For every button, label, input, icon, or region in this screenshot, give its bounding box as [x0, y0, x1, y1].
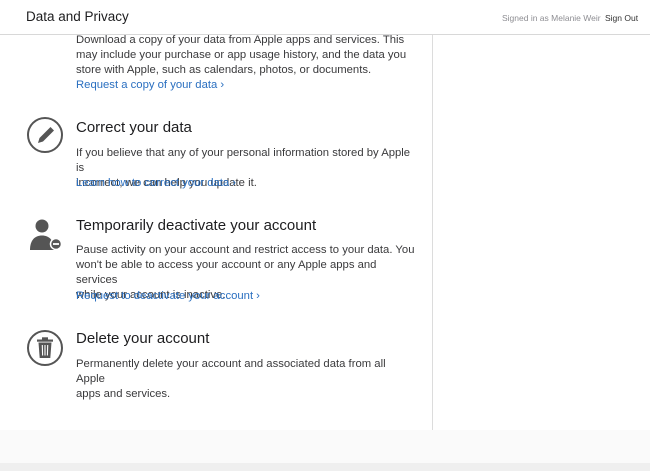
description-line: apps and services.	[76, 388, 171, 400]
link-label: Request a copy of your data	[76, 79, 218, 91]
person-minus-icon	[30, 219, 63, 251]
description-line: store with Apple, such as calendars, pho…	[76, 64, 372, 76]
request-deactivate-link[interactable]: Request to deactivate your account ›	[76, 290, 260, 302]
chevron-right-icon: ›	[232, 177, 236, 189]
deactivate-account-heading: Temporarily deactivate your account	[76, 217, 317, 234]
chevron-right-icon: ›	[256, 290, 260, 302]
request-copy-link[interactable]: Request a copy of your data ›	[76, 79, 224, 91]
correct-data-heading: Correct your data	[76, 119, 192, 136]
trash-icon	[27, 330, 63, 366]
header-bar: Data and Privacy Signed in as Melanie We…	[0, 0, 650, 35]
delete-account-description: Permanently delete your account and asso…	[76, 357, 416, 402]
description-line: If you believe that any of your personal…	[76, 147, 411, 174]
link-label: Learn how to correct your data	[76, 177, 230, 189]
description-line: Pause activity on your account and restr…	[76, 244, 415, 256]
chevron-right-icon: ›	[220, 79, 225, 91]
pencil-icon	[27, 117, 63, 153]
sign-out-button[interactable]: Sign Out	[605, 13, 638, 23]
description-line: won't be able to access your account or …	[76, 259, 377, 286]
column-divider	[432, 34, 433, 430]
signed-in-label: Signed in as Melanie Weir	[502, 13, 601, 23]
correct-data-link[interactable]: Learn how to correct your data ›	[76, 177, 236, 189]
bottom-strip	[0, 463, 650, 471]
delete-account-heading: Delete your account	[76, 330, 210, 347]
link-label: Request to deactivate your account	[76, 290, 254, 302]
description-line: Permanently delete your account and asso…	[76, 358, 386, 385]
description-line: may include your purchase or app usage h…	[76, 49, 407, 61]
page-title: Data and Privacy	[26, 9, 129, 24]
description-line: Download a copy of your data from Apple …	[76, 34, 405, 46]
download-data-description: Download a copy of your data from Apple …	[76, 33, 416, 78]
